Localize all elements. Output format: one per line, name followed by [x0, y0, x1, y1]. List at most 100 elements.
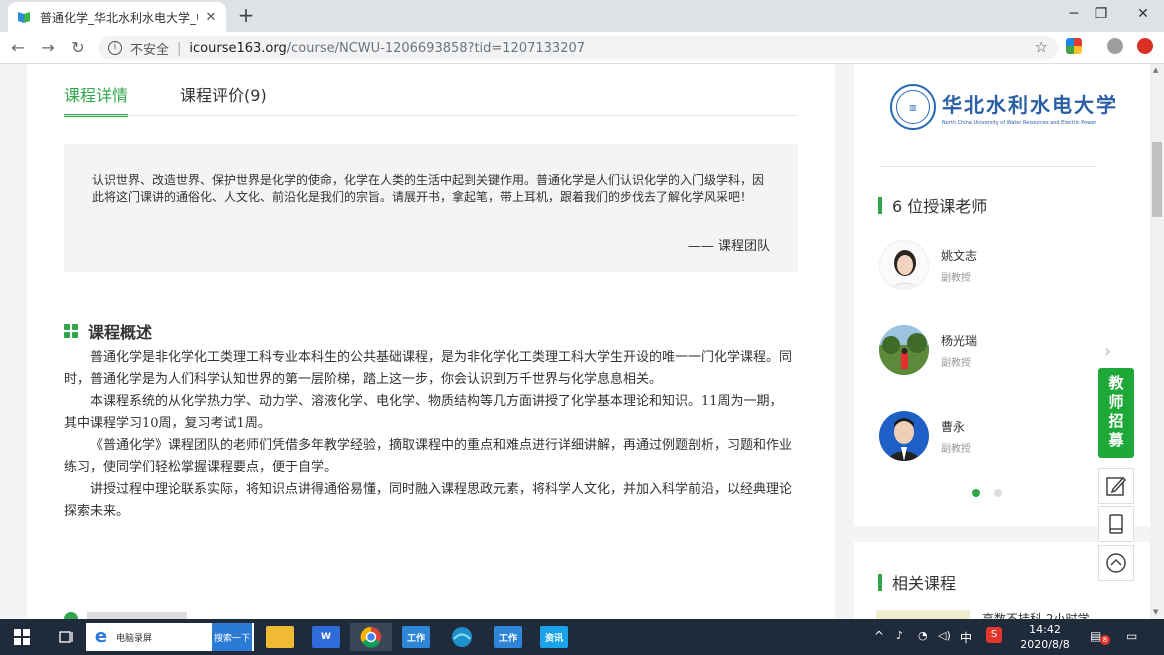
edit-icon — [1106, 476, 1127, 496]
overview-body: 普通化学是非化学化工类理工科专业本科生的公共基础课程，是为非化学化工类理工科大学… — [64, 347, 794, 523]
overview-paragraph: 普通化学是非化学化工类理工科专业本科生的公共基础课程，是为非化学化工类理工科大学… — [64, 350, 793, 387]
info-icon[interactable]: i — [108, 41, 122, 55]
tab-bar: 普通化学_华北水利水电大学_中国 ✕ + ─ ❐ ✕ — [0, 0, 1164, 32]
work-app-button[interactable]: 工作 — [402, 623, 430, 651]
chrome-button[interactable] — [350, 623, 392, 651]
search-input[interactable]: 电脑录屏 — [116, 631, 212, 644]
avatar[interactable] — [879, 325, 929, 375]
course-detail-card: 课程详情 课程评价(9) 认识世界、改造世界、保护世界是化学的使命，化学在人类的… — [27, 64, 835, 619]
carousel-dots — [972, 489, 1016, 497]
url-separator: | — [177, 40, 182, 56]
taskbar-search[interactable]: e 电脑录屏 搜索一下 — [86, 623, 254, 651]
teacher-name[interactable]: 姚文志 — [941, 247, 977, 264]
teacher-recruit-button[interactable]: 教师招募 — [1098, 368, 1134, 458]
back-button[interactable]: ← — [8, 38, 28, 58]
wps-icon: W — [312, 626, 340, 648]
tab-course-details[interactable]: 课程详情 — [64, 82, 129, 117]
teacher-title: 副教授 — [941, 443, 971, 455]
teacher-item[interactable]: 姚文志 副教授 — [879, 240, 977, 290]
security-label: 不安全 — [130, 42, 170, 58]
page-scrollbar[interactable]: ▲ ▼ — [1150, 64, 1164, 619]
url-path: /course/NCWU-1206693858?tid=1207133207 — [286, 40, 586, 56]
carousel-dot-active[interactable] — [972, 489, 980, 497]
close-window-button[interactable]: ✕ — [1120, 4, 1164, 24]
edit-button[interactable] — [1098, 468, 1134, 504]
related-course-thumbnail[interactable] — [876, 610, 970, 619]
tab-favicon-icon — [18, 12, 30, 23]
teachers-header: 6 位授课老师 — [878, 193, 987, 217]
course-tabs: 课程详情 课程评价(9) — [64, 82, 319, 117]
edge-button[interactable] — [448, 623, 476, 651]
volume-icon[interactable]: ◁) — [938, 629, 951, 642]
teacher-item[interactable]: 曹永 副教授 — [879, 411, 971, 461]
scroll-up-icon[interactable]: ▲ — [1153, 66, 1158, 74]
ime-indicator[interactable]: 中 — [960, 629, 972, 646]
scroll-down-icon[interactable]: ▼ — [1153, 608, 1158, 616]
avatar[interactable] — [879, 411, 929, 461]
teacher-name[interactable]: 曹永 — [941, 418, 971, 435]
profile-icon[interactable] — [1107, 38, 1123, 54]
recruit-label: 教师招募 — [1108, 374, 1124, 449]
sogou-icon[interactable]: S — [986, 627, 1002, 643]
scroll-thumb[interactable] — [1152, 142, 1162, 217]
next-section-icon — [64, 612, 78, 619]
forward-button[interactable]: → — [38, 38, 58, 58]
toolbar: ← → ↻ i 不安全 | icourse163.org /course/NCW… — [0, 32, 1164, 64]
clock[interactable]: 14:42 2020/8/8 — [1018, 622, 1072, 652]
mobile-button[interactable] — [1098, 506, 1134, 542]
tab-course-reviews[interactable]: 课程评价(9) — [180, 82, 267, 117]
search-button[interactable]: 搜索一下 — [212, 623, 252, 651]
news-app-icon: 资讯 — [540, 626, 568, 648]
teacher-name[interactable]: 杨光瑞 — [941, 332, 977, 349]
reload-button[interactable]: ↻ — [68, 38, 88, 58]
course-quote: 认识世界、改造世界、保护世界是化学的使命，化学在人类的生活中起到关键作用。普通化… — [64, 144, 798, 272]
teachers-title: 6 位授课老师 — [892, 197, 988, 216]
university-name: 华北水利水电大学 — [942, 92, 1118, 117]
chrome-icon — [360, 626, 381, 648]
work-app-icon: 工作 — [402, 626, 430, 648]
grid-icon — [64, 324, 78, 338]
browser-tab[interactable]: 普通化学_华北水利水电大学_中国 ✕ — [8, 2, 226, 32]
overview-title: 课程概述 — [88, 323, 153, 342]
related-course-title[interactable]: 高数不挂科 2小时学 — [982, 610, 1089, 619]
avatar[interactable] — [879, 240, 929, 290]
teacher-item[interactable]: 杨光瑞 副教授 — [879, 325, 977, 375]
tab-close-icon[interactable]: ✕ — [204, 10, 218, 25]
university-english-name: North China University of Water Resource… — [942, 119, 1097, 126]
sidebar-divider — [880, 166, 1096, 167]
new-tab-button[interactable]: + — [236, 5, 256, 25]
tab-divider — [64, 115, 798, 116]
tray-app-icon[interactable]: ♪ — [896, 629, 903, 642]
accent-bar — [878, 573, 882, 591]
news-app-button[interactable]: 资讯 — [540, 623, 568, 651]
university-emblem-icon: ▥ — [890, 84, 936, 130]
teacher-title: 副教授 — [941, 357, 971, 369]
action-center-icon[interactable]: ▭ — [1126, 629, 1137, 643]
mobile-icon — [1109, 514, 1123, 534]
folder-icon — [266, 626, 294, 648]
file-explorer-button[interactable] — [266, 623, 294, 651]
chevron-right-icon[interactable]: › — [1104, 341, 1111, 362]
extension-icon[interactable] — [1066, 38, 1082, 54]
wps-button[interactable]: W — [312, 623, 340, 651]
overview-paragraph: 本课程系统的从化学热力学、动力学、溶液化学、电化学、物质结构等几方面讲授了化学基… — [64, 394, 783, 431]
work-app-button-2[interactable]: 工作 — [494, 623, 522, 651]
network-icon[interactable]: ◔ — [918, 629, 928, 642]
start-button[interactable] — [10, 623, 34, 651]
next-section-title — [87, 612, 187, 619]
page-content: 课程详情 课程评价(9) 认识世界、改造世界、保护世界是化学的使命，化学在人类的… — [0, 64, 1150, 619]
carousel-dot[interactable] — [994, 489, 1002, 497]
address-bar[interactable]: i 不安全 | icourse163.org /course/NCWU-1206… — [98, 36, 1058, 60]
edge-icon — [452, 627, 472, 647]
url-host: icourse163.org — [189, 40, 287, 56]
star-icon[interactable]: ☆ — [1035, 38, 1048, 56]
back-to-top-button[interactable] — [1098, 545, 1134, 581]
tray-expand-icon[interactable]: ^ — [874, 629, 884, 643]
quote-signature: —— 课程团队 — [687, 239, 770, 254]
maximize-button[interactable]: ❐ — [1078, 4, 1124, 24]
back-to-top-icon — [1106, 553, 1126, 573]
task-view-button[interactable] — [54, 623, 78, 651]
update-icon[interactable] — [1137, 38, 1153, 54]
task-view-icon — [59, 631, 73, 643]
university-logo[interactable]: ▥ 华北水利水电大学 North China University of Wat… — [890, 84, 1118, 130]
